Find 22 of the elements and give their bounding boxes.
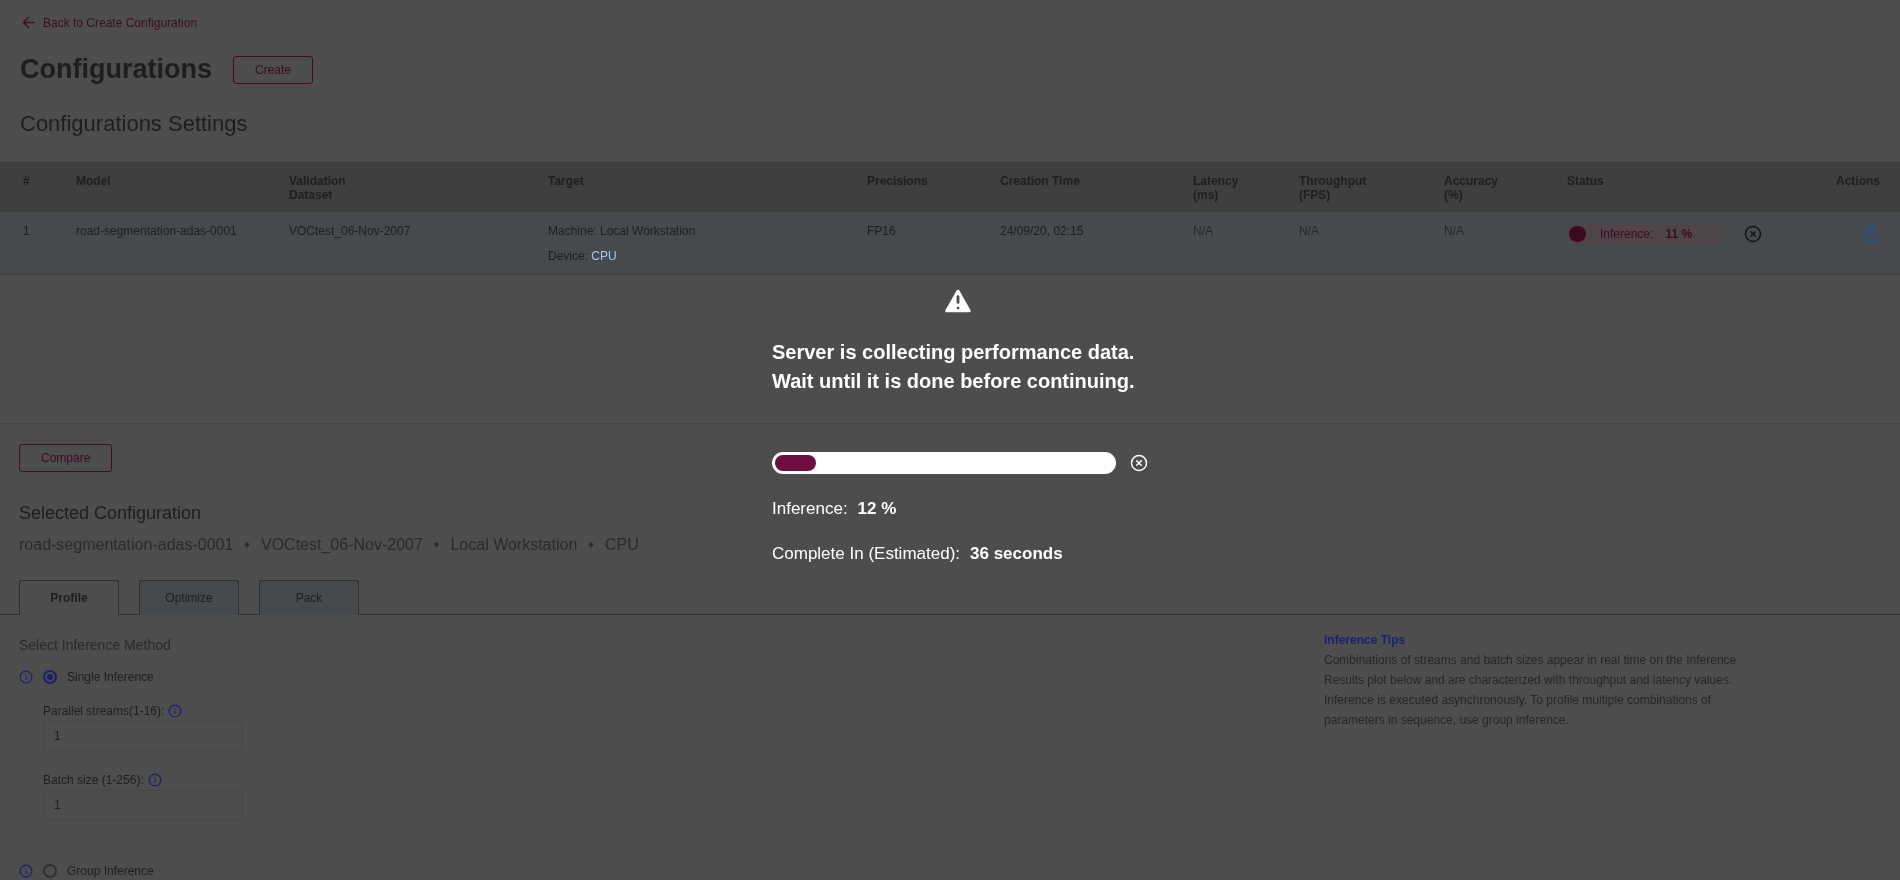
radio-button[interactable] [43, 864, 57, 878]
back-link[interactable]: Back to Create Configuration [20, 14, 198, 31]
info-icon[interactable] [19, 864, 33, 878]
status-value: 11 % [1665, 227, 1693, 241]
status-label: Inference: [1600, 227, 1654, 241]
eta-label: Complete In (Estimated): [772, 544, 960, 564]
device-link[interactable]: CPU [591, 249, 617, 263]
inference-value: 12 % [857, 499, 897, 519]
info-icon[interactable] [147, 773, 162, 787]
separator-dot: • [433, 536, 440, 554]
create-button[interactable]: Create [233, 55, 313, 84]
separator-dot: • [588, 536, 594, 554]
eta-value: 36 seconds [970, 544, 1063, 564]
separator-dot: • [244, 536, 250, 554]
info-icon[interactable] [19, 670, 33, 684]
delete-button[interactable] [1861, 224, 1880, 243]
overlay-message: Server is collecting performance data. Wait until it is done before continuing. [772, 340, 1136, 394]
inference-label: Inference: [772, 499, 848, 519]
column-header: # [23, 174, 30, 188]
compare-button[interactable]: Compare [19, 444, 113, 472]
info-icon[interactable] [168, 704, 183, 718]
radio-button[interactable] [43, 670, 57, 684]
